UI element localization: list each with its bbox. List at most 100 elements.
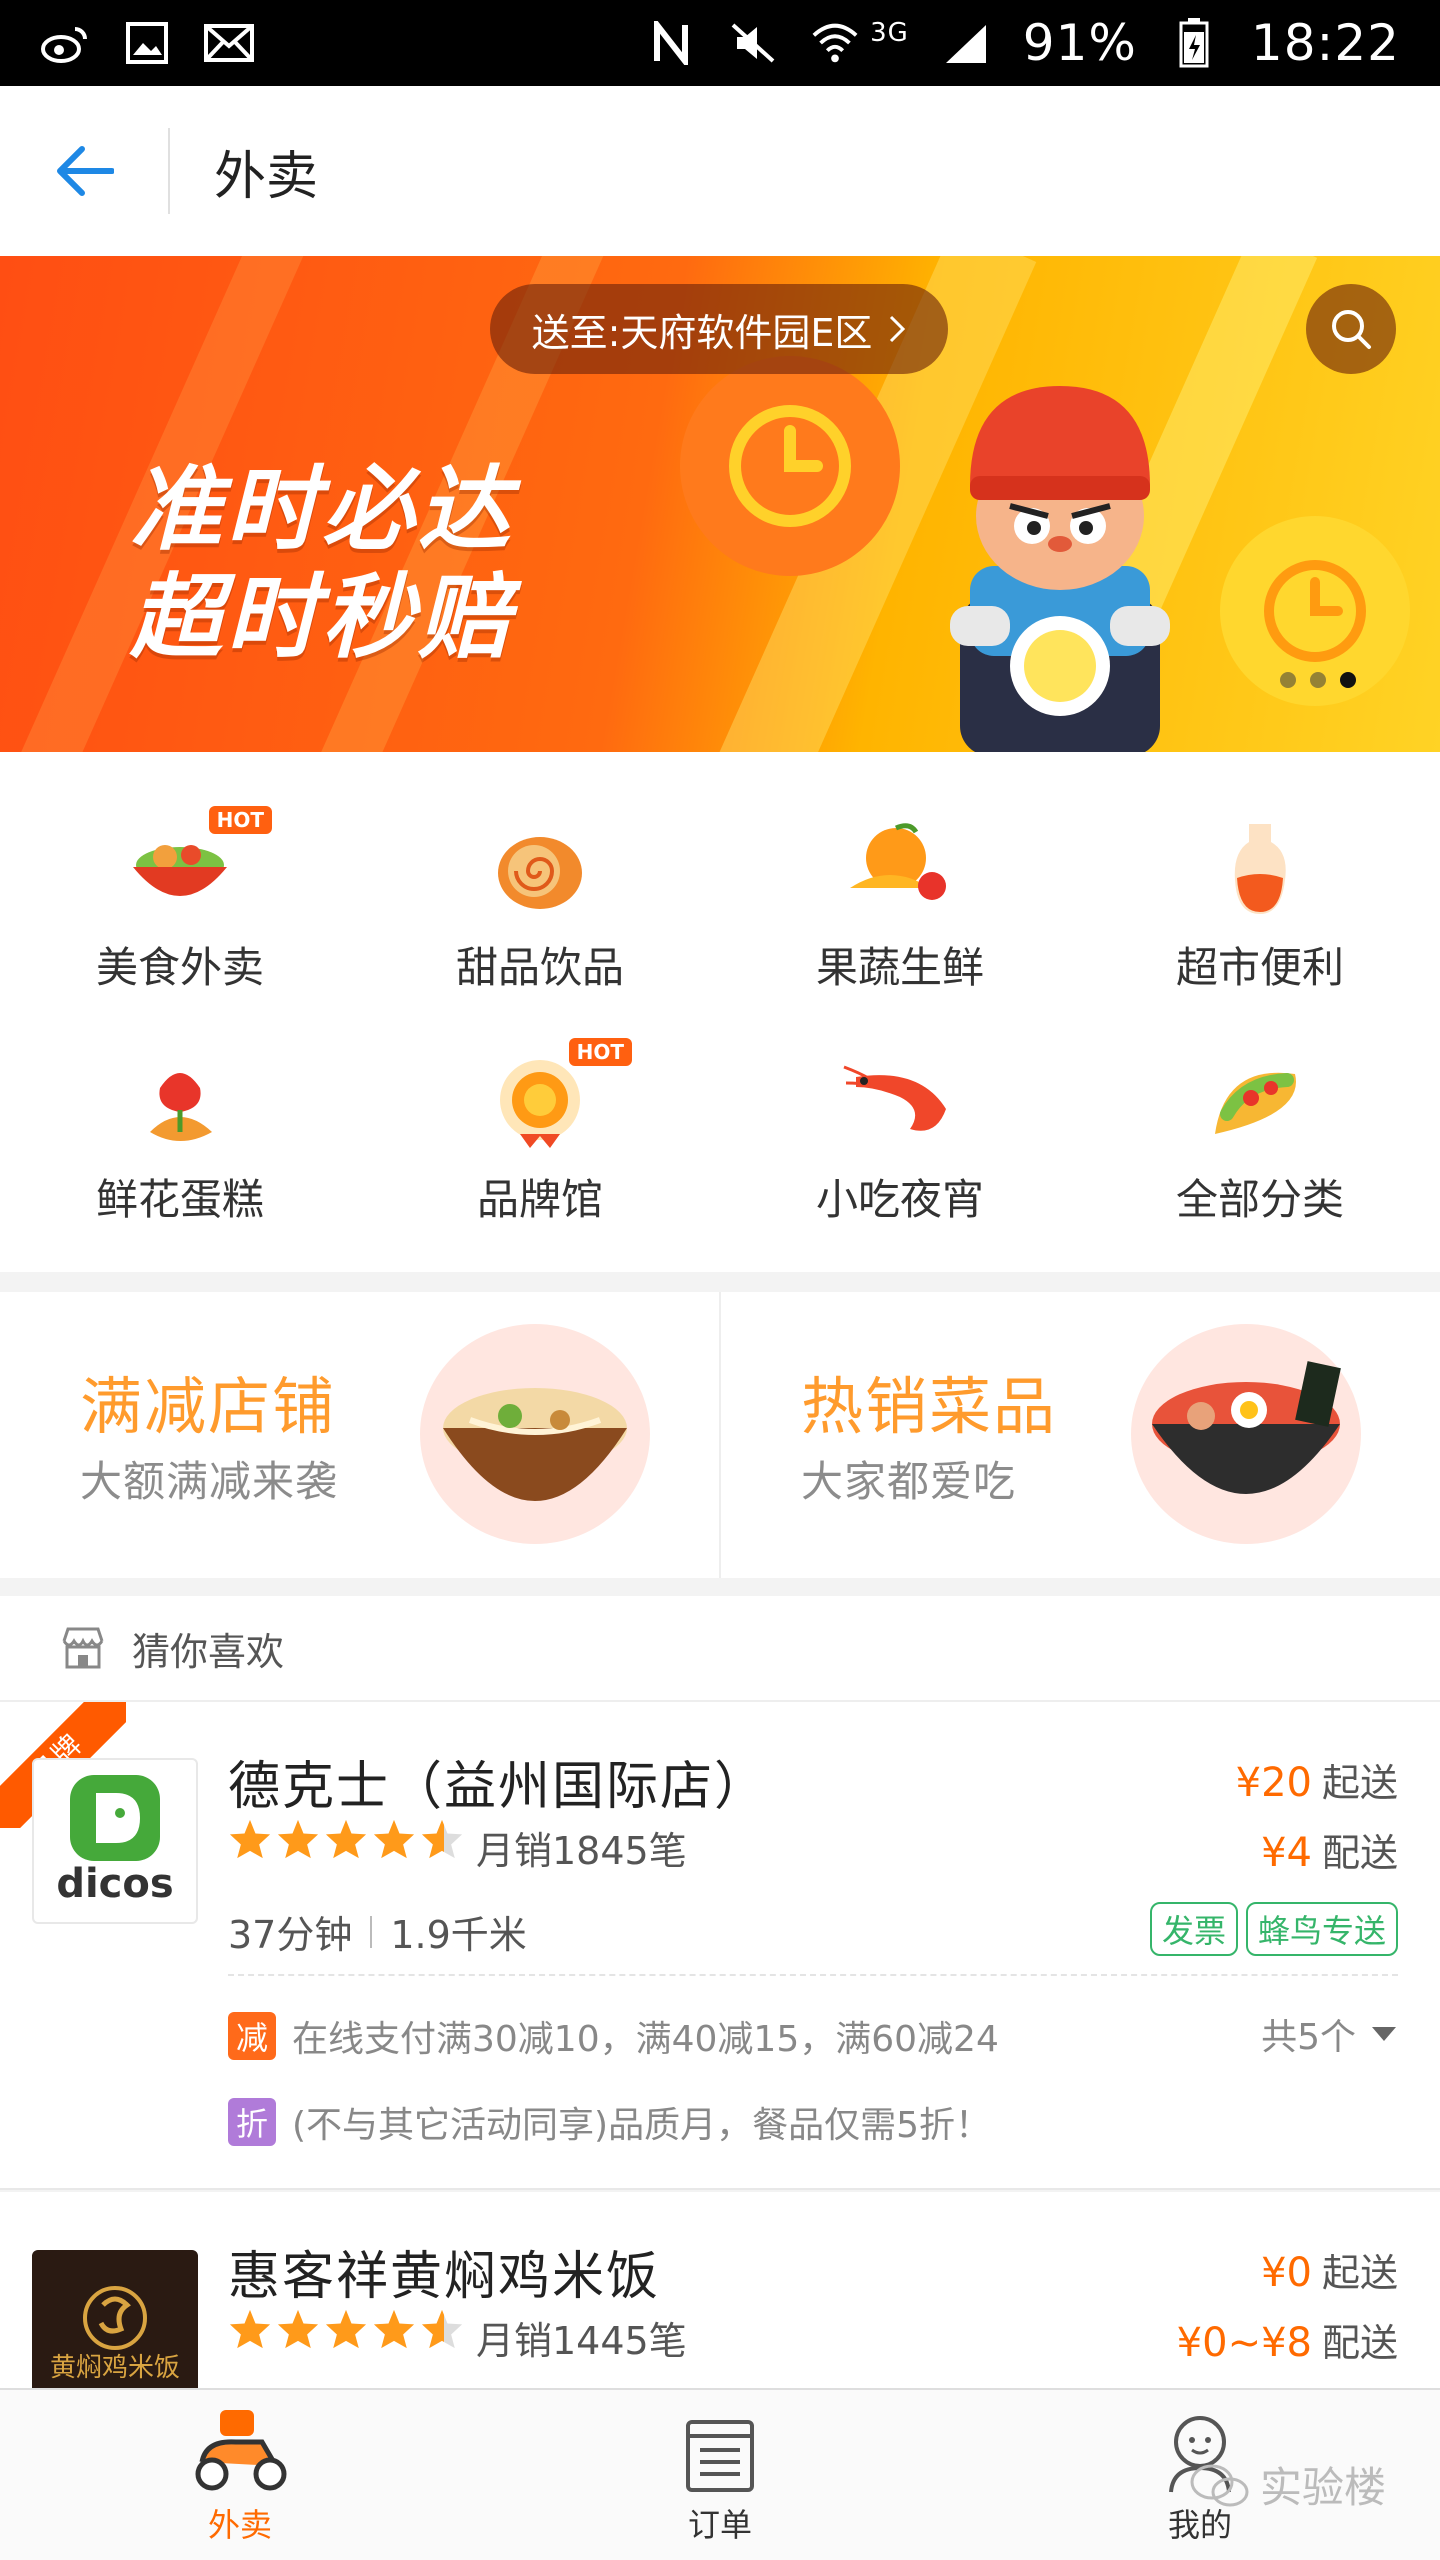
slogan-line-2: 超时秒赔	[130, 564, 515, 671]
store-card[interactable]: 黄焖鸡米饭 惠客祥黄焖鸡米饭 月销1445笔 ¥0 起送 ¥0~¥8 配送	[0, 2192, 1440, 2416]
category-label: 美食外卖	[95, 943, 264, 992]
star-icon	[229, 2309, 271, 2349]
star-icon	[325, 1819, 367, 1859]
delivery-fee-label: 配送	[1321, 2321, 1398, 2365]
category-grid: HOT 美食外卖 甜品饮品 果蔬生鲜 超市便利 鲜花蛋糕 HOT 品牌馆 小吃夜…	[0, 752, 1440, 1272]
section-title: 猜你喜欢	[132, 1629, 285, 1674]
category-brand[interactable]: HOT 品牌馆	[360, 1038, 720, 1276]
store-distance: 1.9千米	[390, 1913, 527, 1957]
courier-illustration	[950, 386, 1170, 752]
delivery-fee-value: ¥4	[1261, 1830, 1312, 1876]
caret-down-icon	[1372, 2027, 1396, 2041]
fengniao-delivery-tag: 蜂鸟专送	[1245, 1902, 1398, 1956]
category-food[interactable]: HOT 美食外卖	[0, 806, 360, 1040]
promo-hot-dishes[interactable]: 热销菜品 大家都爱吃	[719, 1292, 1440, 1578]
search-button[interactable]	[1306, 284, 1396, 374]
image-icon	[122, 20, 172, 66]
promo-cards: 满减店铺 大额满减来袭 热销菜品 大家都爱吃	[0, 1292, 1440, 1578]
delivery-fee-label: 配送	[1321, 1831, 1398, 1875]
delivery-fee: ¥0~¥8 配送	[1177, 2312, 1398, 2367]
promo-banner[interactable]: 准时必达 超时秒赔 送至:天府软件园E区	[0, 256, 1440, 752]
chevron-right-icon	[890, 315, 906, 343]
category-label: 小吃夜宵	[815, 1175, 984, 1224]
activity-text: (不与其它活动同享)品质月，餐品仅需5折！	[292, 2105, 991, 2146]
nav-orders[interactable]: 订单	[480, 2390, 960, 2560]
invoice-tag: 发票	[1149, 1902, 1238, 1956]
carousel-indicator	[1280, 672, 1356, 688]
fruit-icon	[838, 808, 962, 932]
flower-icon	[118, 1040, 242, 1164]
clock-time: 18:22	[1250, 14, 1400, 72]
store-logo-text: 黄焖鸡米饭	[49, 2353, 180, 2383]
category-label: 甜品饮品	[455, 943, 624, 992]
mute-icon	[728, 20, 778, 66]
store-tags: 发票 蜂鸟专送	[1149, 1902, 1398, 1956]
shrimp-icon	[838, 1040, 962, 1164]
category-supermarket[interactable]: 超市便利	[1080, 808, 1440, 1040]
back-button[interactable]	[0, 86, 168, 256]
status-bar: 3G 91% 18:22	[0, 0, 1440, 86]
category-flower-cake[interactable]: 鲜花蛋糕	[0, 1040, 360, 1276]
scooter-icon	[195, 2410, 287, 2491]
back-arrow-icon	[57, 146, 114, 196]
page: 3G 91% 18:22 外卖 准时必达 超时秒赔 送至:天府软件园E区 HOT…	[0, 0, 1440, 2560]
battery-icon	[1169, 18, 1219, 68]
category-label: 全部分类	[1175, 1175, 1344, 1224]
hot-badge: HOT	[568, 1038, 632, 1066]
category-fresh[interactable]: 果蔬生鲜	[720, 808, 1080, 1040]
recommend-section-header: 猜你喜欢	[0, 1596, 1440, 1702]
rating-stars	[228, 1818, 464, 1860]
mail-icon	[204, 20, 254, 66]
battery-percent: 91%	[1022, 14, 1137, 72]
weibo-icon	[40, 20, 90, 66]
carousel-dot-active	[1340, 672, 1356, 688]
title-divider	[168, 128, 170, 214]
delivery-meta: 37分钟 1.9千米	[228, 1904, 527, 1959]
promo-discount-stores[interactable]: 满减店铺 大额满减来袭	[0, 1292, 719, 1578]
sale-badge: 折	[228, 2098, 276, 2146]
chicken-rice-logo-icon	[83, 2286, 147, 2350]
activity-discount: 减 在线支付满30减10，满40减15，满60减24	[228, 2010, 999, 2062]
nav-label: 订单	[687, 2506, 752, 2544]
activities-expand[interactable]: 共5个	[1261, 2008, 1398, 2060]
category-all[interactable]: 全部分类	[1080, 1040, 1440, 1276]
store-name: 德克士（益州国际店）	[228, 1757, 769, 1817]
min-order-label: 起送	[1321, 2251, 1398, 2295]
noodle-bowl-image	[420, 1324, 650, 1544]
card-divider	[228, 1974, 1398, 1976]
taco-icon	[1198, 1040, 1322, 1164]
delivery-location: 送至:天府软件园E区	[531, 310, 873, 355]
page-title: 外卖	[214, 146, 319, 207]
monthly-sales: 月销1445笔	[476, 2319, 687, 2363]
delivery-location-pill[interactable]: 送至:天府软件园E区	[490, 284, 948, 374]
promo-title: 满减店铺	[80, 1370, 337, 1443]
category-snacks[interactable]: 小吃夜宵	[720, 1040, 1080, 1276]
monthly-sales: 月销1845笔	[476, 1829, 687, 1873]
network-type: 3G	[870, 18, 909, 48]
star-icon	[325, 2309, 367, 2349]
hot-badge: HOT	[208, 806, 272, 834]
store-name: 惠客祥黄焖鸡米饭	[228, 2247, 661, 2307]
promo-subtitle: 大家都爱吃	[801, 1457, 1017, 1506]
bottle-icon	[1198, 808, 1322, 932]
category-dessert[interactable]: 甜品饮品	[360, 808, 720, 1040]
min-order-price: ¥20 起送	[1236, 1752, 1398, 1807]
promo-subtitle: 大额满减来袭	[80, 1457, 339, 1506]
store-card[interactable]: 品牌 dicos 德克士（益州国际店） 月销1845笔 ¥20 起送 ¥4 配送…	[0, 1702, 1440, 2190]
dicos-logo-icon	[70, 1775, 160, 1861]
star-icon	[373, 1819, 415, 1859]
min-order-value: ¥20	[1235, 1760, 1312, 1806]
discount-badge: 减	[228, 2012, 276, 2060]
food-bowl-icon: HOT	[118, 806, 272, 932]
store-logo-text: dicos	[56, 1861, 174, 1907]
rating-stars	[228, 2308, 464, 2350]
min-order-value: ¥0	[1261, 2250, 1312, 2296]
promo-title: 热销菜品	[801, 1370, 1058, 1443]
order-list-icon	[686, 2420, 754, 2492]
wifi-icon	[810, 20, 860, 66]
star-icon	[277, 1819, 319, 1859]
carousel-dot	[1280, 672, 1296, 688]
nav-takeout[interactable]: 外卖	[0, 2390, 480, 2560]
half-star-icon	[421, 2309, 463, 2349]
activity-half-price: 折 (不与其它活动同享)品质月，餐品仅需5折！	[228, 2096, 991, 2148]
